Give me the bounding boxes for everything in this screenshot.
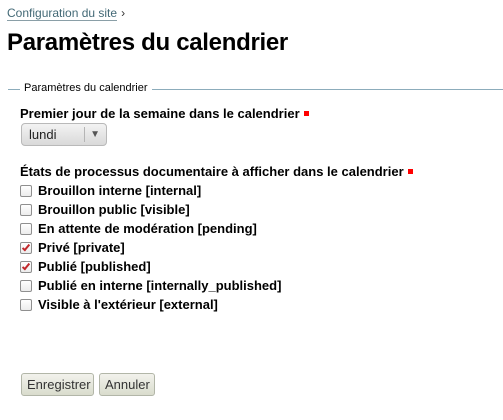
state-option-internally-published[interactable]: Publié en interne [internally_published]	[20, 276, 281, 295]
required-marker	[303, 111, 309, 117]
state-option-external[interactable]: Visible à l'extérieur [external]	[20, 295, 281, 314]
breadcrumb: Configuration du site ›	[7, 6, 126, 21]
workflow-states-label-text: États de processus documentaire à affich…	[20, 164, 404, 179]
required-marker	[407, 169, 413, 175]
state-checkbox[interactable]	[20, 184, 32, 197]
first-day-select[interactable]: lundi ▼	[21, 123, 107, 146]
state-checkbox[interactable]	[20, 279, 32, 292]
state-option-internal[interactable]: Brouillon interne [internal]	[20, 181, 281, 200]
state-option-label: Publié [published]	[38, 259, 151, 274]
state-option-label: Brouillon public [visible]	[38, 202, 190, 217]
state-option-visible[interactable]: Brouillon public [visible]	[20, 200, 281, 219]
page-title: Paramètres du calendrier	[7, 29, 288, 56]
state-option-pending[interactable]: En attente de modération [pending]	[20, 219, 281, 238]
state-option-label: Privé [private]	[38, 240, 125, 255]
state-checkbox-checked[interactable]	[20, 260, 32, 273]
state-checkbox[interactable]	[20, 298, 32, 311]
dropdown-arrow-icon: ▼	[90, 129, 100, 140]
state-option-private[interactable]: Privé [private]	[20, 238, 281, 257]
select-divider	[84, 127, 85, 142]
state-checkbox[interactable]	[20, 203, 32, 216]
first-day-field-label: Premier jour de la semaine dans le calen…	[20, 106, 309, 122]
save-button[interactable]: Enregistrer	[21, 373, 94, 396]
cancel-button[interactable]: Annuler	[99, 373, 155, 396]
workflow-states-list: Brouillon interne [internal] Brouillon p…	[20, 181, 281, 314]
state-option-label: Publié en interne [internally_published]	[38, 278, 282, 293]
state-option-label: En attente de modération [pending]	[38, 221, 257, 236]
breadcrumb-separator: ›	[121, 6, 126, 20]
first-day-label-text: Premier jour de la semaine dans le calen…	[20, 106, 300, 121]
breadcrumb-link-site-setup[interactable]: Configuration du site	[7, 6, 118, 21]
workflow-states-field-label: États de processus documentaire à affich…	[20, 164, 413, 180]
first-day-selected-value: lundi	[29, 127, 57, 142]
state-option-label: Brouillon interne [internal]	[38, 183, 202, 198]
state-checkbox[interactable]	[20, 222, 32, 235]
state-option-published[interactable]: Publié [published]	[20, 257, 281, 276]
fieldset-legend: Paramètres du calendrier	[20, 82, 152, 95]
state-checkbox-checked[interactable]	[20, 241, 32, 254]
state-option-label: Visible à l'extérieur [external]	[38, 297, 218, 312]
